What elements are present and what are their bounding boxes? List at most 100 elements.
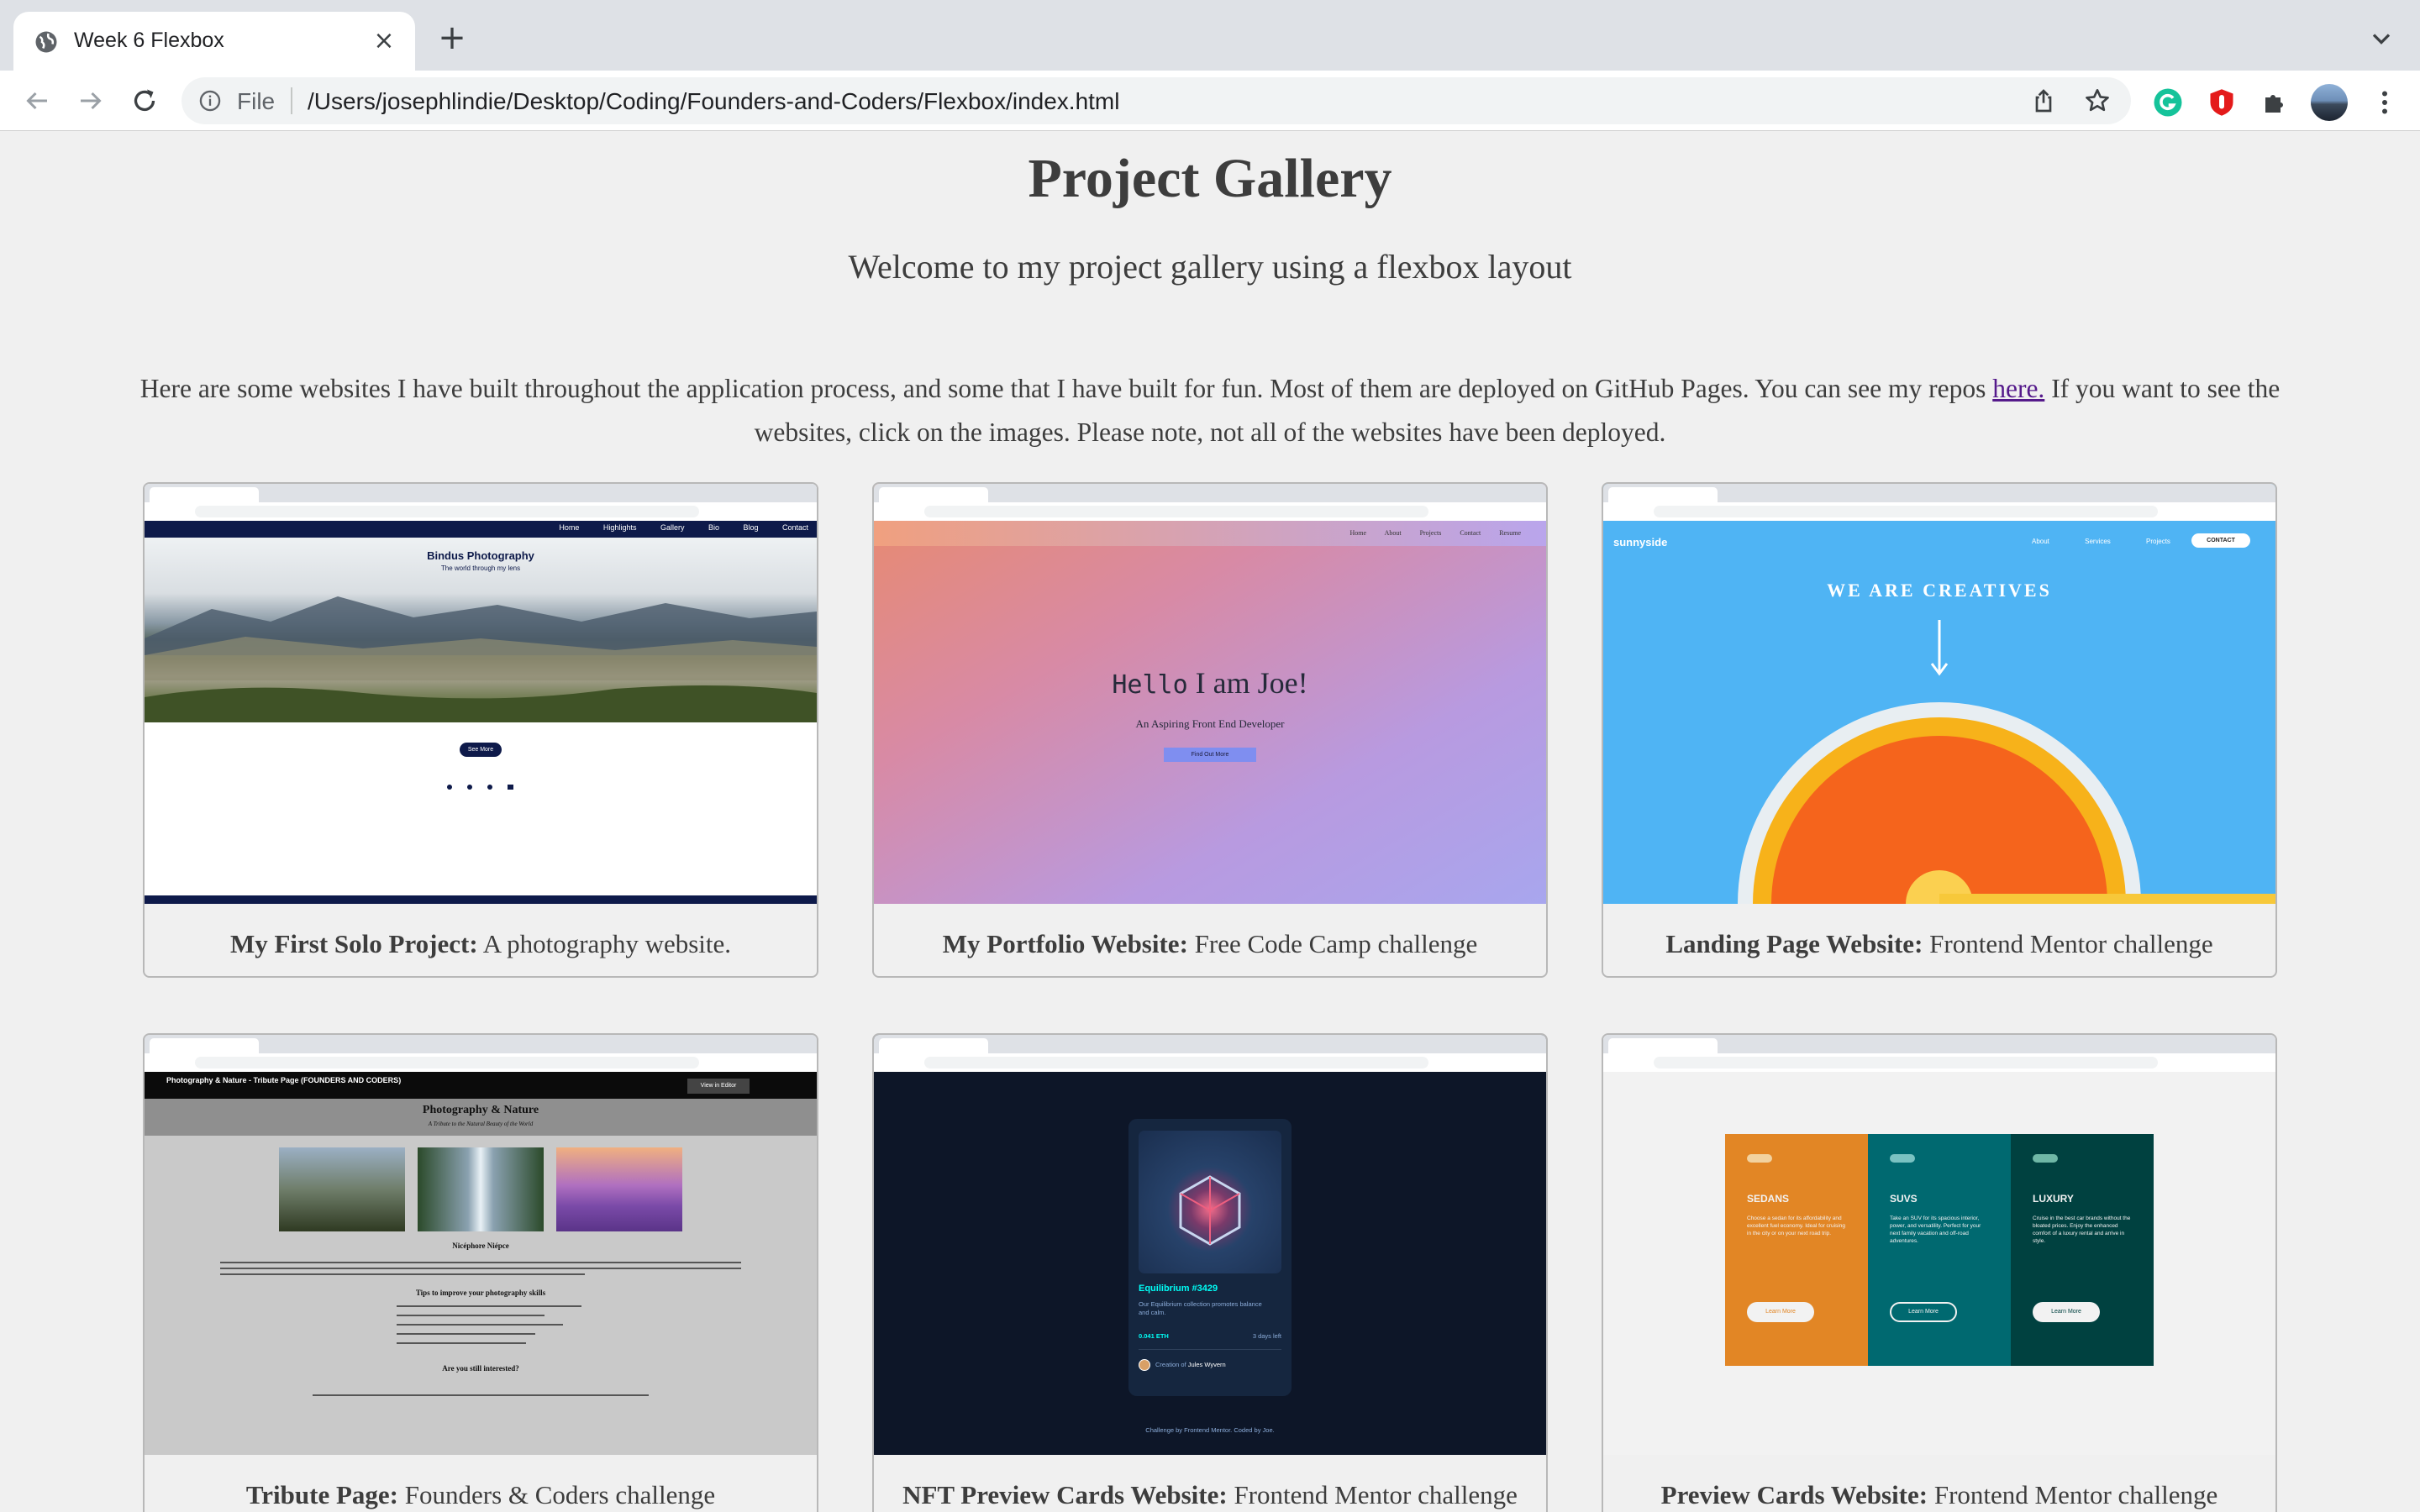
mini-nav-links: Home About Projects Contact Resume [1349,529,1521,537]
page-content: Project Gallery Welcome to my project ga… [0,132,2420,1512]
mini-closing-line [313,1394,649,1396]
mini-nft-days: 3 days left [1252,1332,1281,1340]
project-card-photography[interactable]: Home Highlights Gallery Bio Blog Contact… [143,482,818,978]
mini-question: Are you still interested? [442,1364,519,1373]
caption-title: Tribute Page: [245,1480,398,1509]
mini-codepen-header: Photography & Nature - Tribute Page (FOU… [145,1072,817,1099]
mini-view-editor-button: View in Editor [687,1079,750,1094]
arrow-down-icon [1930,620,1949,676]
new-tab-button[interactable]: + [435,21,469,55]
browser-tab-strip: Week 6 Flexbox × + [0,0,2420,71]
mini-social-icons [447,783,514,791]
caption-title: Landing Page Website: [1665,929,1923,958]
page-subtitle: Welcome to my project gallery using a fl… [848,248,1572,286]
mini-column-suvs: SUVS Take an SUV for its spacious interi… [1868,1134,2011,1366]
profile-avatar[interactable] [2311,84,2348,121]
project-screenshot-landing-page[interactable]: sunnyside About Services Projects CONTAC… [1603,484,2275,904]
mini-nft-title: Equilibrium #3429 [1139,1284,1218,1294]
mini-photo-lavender [556,1147,682,1231]
project-screenshot-preview-cards[interactable]: SEDANS Choose a sedan for its affordabil… [1603,1035,2275,1455]
caption-title: Preview Cards Website: [1660,1480,1928,1509]
mini-photo-valley [279,1147,405,1231]
page-title: Project Gallery [1028,148,1392,209]
mini-nft-divider [1139,1349,1281,1350]
forward-arrow-icon[interactable] [76,86,106,116]
mini-tips-list [397,1305,581,1352]
car-icon [2033,1154,2058,1163]
project-screenshot-portfolio[interactable]: Home About Projects Contact Resume Hello… [874,484,1546,904]
caption-desc: Frontend Mentor challenge [1923,929,2213,958]
mini-person-name: Nicéphore Niépce [452,1242,509,1250]
share-icon[interactable] [2030,87,2057,114]
info-icon[interactable] [198,89,222,113]
car-icon [1890,1154,1915,1163]
project-card-nft[interactable]: Equilibrium #3429 Our Equilibrium collec… [872,1033,1548,1512]
mini-bio-lines [220,1262,741,1280]
mini-see-more-button: See More [460,743,502,757]
reload-icon[interactable] [129,86,160,116]
mini-column-sedans: SEDANS Choose a sedan for its affordabil… [1725,1134,1868,1366]
project-screenshot-nft[interactable]: Equilibrium #3429 Our Equilibrium collec… [874,1035,1546,1455]
mini-photo-waterfall [418,1147,544,1231]
mini-browser-chrome [1603,1035,2275,1072]
mini-learn-more-button: Learn More [1890,1302,1957,1322]
project-caption: Preview Cards Website: Frontend Mentor c… [1603,1480,2275,1510]
mini-column-title: SUVS [1890,1193,1918,1205]
caption-desc: Founders & Coders challenge [398,1480,716,1509]
grammarly-extension-icon[interactable] [2153,87,2183,118]
repos-link[interactable]: here. [1992,374,2044,403]
back-arrow-icon[interactable] [22,86,52,116]
project-screenshot-photography[interactable]: Home Highlights Gallery Bio Blog Contact… [145,484,817,904]
project-card-tribute-page[interactable]: Photography & Nature - Tribute Page (FOU… [143,1033,818,1512]
project-card-portfolio[interactable]: Home About Projects Contact Resume Hello… [872,482,1548,978]
project-caption: My First Solo Project: A photography web… [145,929,817,959]
mini-creator-line: Creation of Jules Wyvern [1155,1361,1226,1368]
mini-column-title: LUXURY [2033,1193,2074,1205]
mini-learn-more-button: Learn More [1747,1302,1814,1322]
mini-browser-chrome [1603,484,2275,521]
more-vertical-icon[interactable] [2370,86,2400,119]
address-bar[interactable]: File /Users/josephlindie/Desktop/Coding/… [182,77,2131,124]
mini-tribute-header: Photography & Nature A Tribute to the Na… [145,1099,817,1136]
extensions-puzzle-icon[interactable] [2260,87,2291,118]
project-card-landing-page[interactable]: sunnyside About Services Projects CONTAC… [1602,482,2277,978]
mini-nft-desc: Our Equilibrium collection promotes bala… [1139,1300,1262,1316]
mini-brand: Bindus Photography [427,549,534,562]
mini-browser-chrome [145,484,817,521]
chevron-down-icon[interactable] [2366,24,2396,54]
caption-title: My Portfolio Website: [942,929,1188,958]
bookmark-star-icon[interactable] [2084,87,2111,114]
mini-browser-chrome [874,1035,1546,1072]
mini-nft-card: Equilibrium #3429 Our Equilibrium collec… [1128,1119,1292,1396]
mini-column-luxury: LUXURY Cruise in the best car brands wit… [2011,1134,2154,1366]
intro-paragraph: Here are some websites I have built thro… [134,367,2286,454]
mini-column-text: Cruise in the best car brands without th… [2033,1215,2131,1244]
project-card-preview-cards[interactable]: SEDANS Choose a sedan for its affordabil… [1602,1033,2277,1512]
mini-logo: sunnyside [1613,536,1668,549]
mini-yellow-bar [1939,894,2275,904]
car-icon [1747,1154,1772,1163]
caption-desc: A photography website. [477,929,732,958]
mini-contact-button: CONTACT [2191,533,2250,548]
mini-find-out-more-button: Find Out More [1164,748,1256,762]
mini-learn-more-button: Learn More [2033,1302,2100,1322]
mini-nav-links: Home Highlights Gallery Bio Blog Contact [559,523,808,532]
browser-toolbar: File /Users/josephlindie/Desktop/Coding/… [0,71,2420,131]
mini-headline: WE ARE CREATIVES [1827,580,2052,601]
mini-nft-image [1139,1131,1281,1273]
mini-nav-links: About Services Projects [2032,538,2170,545]
url-text[interactable]: /Users/josephlindie/Desktop/Coding/Found… [308,88,1119,115]
active-tab[interactable]: Week 6 Flexbox × [13,12,415,71]
mini-column-title: SEDANS [1747,1193,1790,1205]
project-screenshot-tribute-page[interactable]: Photography & Nature - Tribute Page (FOU… [145,1035,817,1455]
mini-hero-heading: Hello I am Joe! [1112,666,1308,700]
mini-nft-footer: Challenge by Frontend Mentor. Coded by J… [1145,1426,1275,1434]
mini-tips-heading: Tips to improve your photography skills [415,1289,546,1297]
caption-title: NFT Preview Cards Website: [902,1480,1228,1509]
close-tab-icon[interactable]: × [370,27,398,55]
project-caption: My Portfolio Website: Free Code Camp cha… [874,929,1546,959]
orange-slice-illustration [1738,702,2141,904]
caption-desc: Free Code Camp challenge [1187,929,1478,958]
ublock-extension-icon[interactable] [2207,87,2237,118]
cube-illustration [1179,1175,1241,1246]
